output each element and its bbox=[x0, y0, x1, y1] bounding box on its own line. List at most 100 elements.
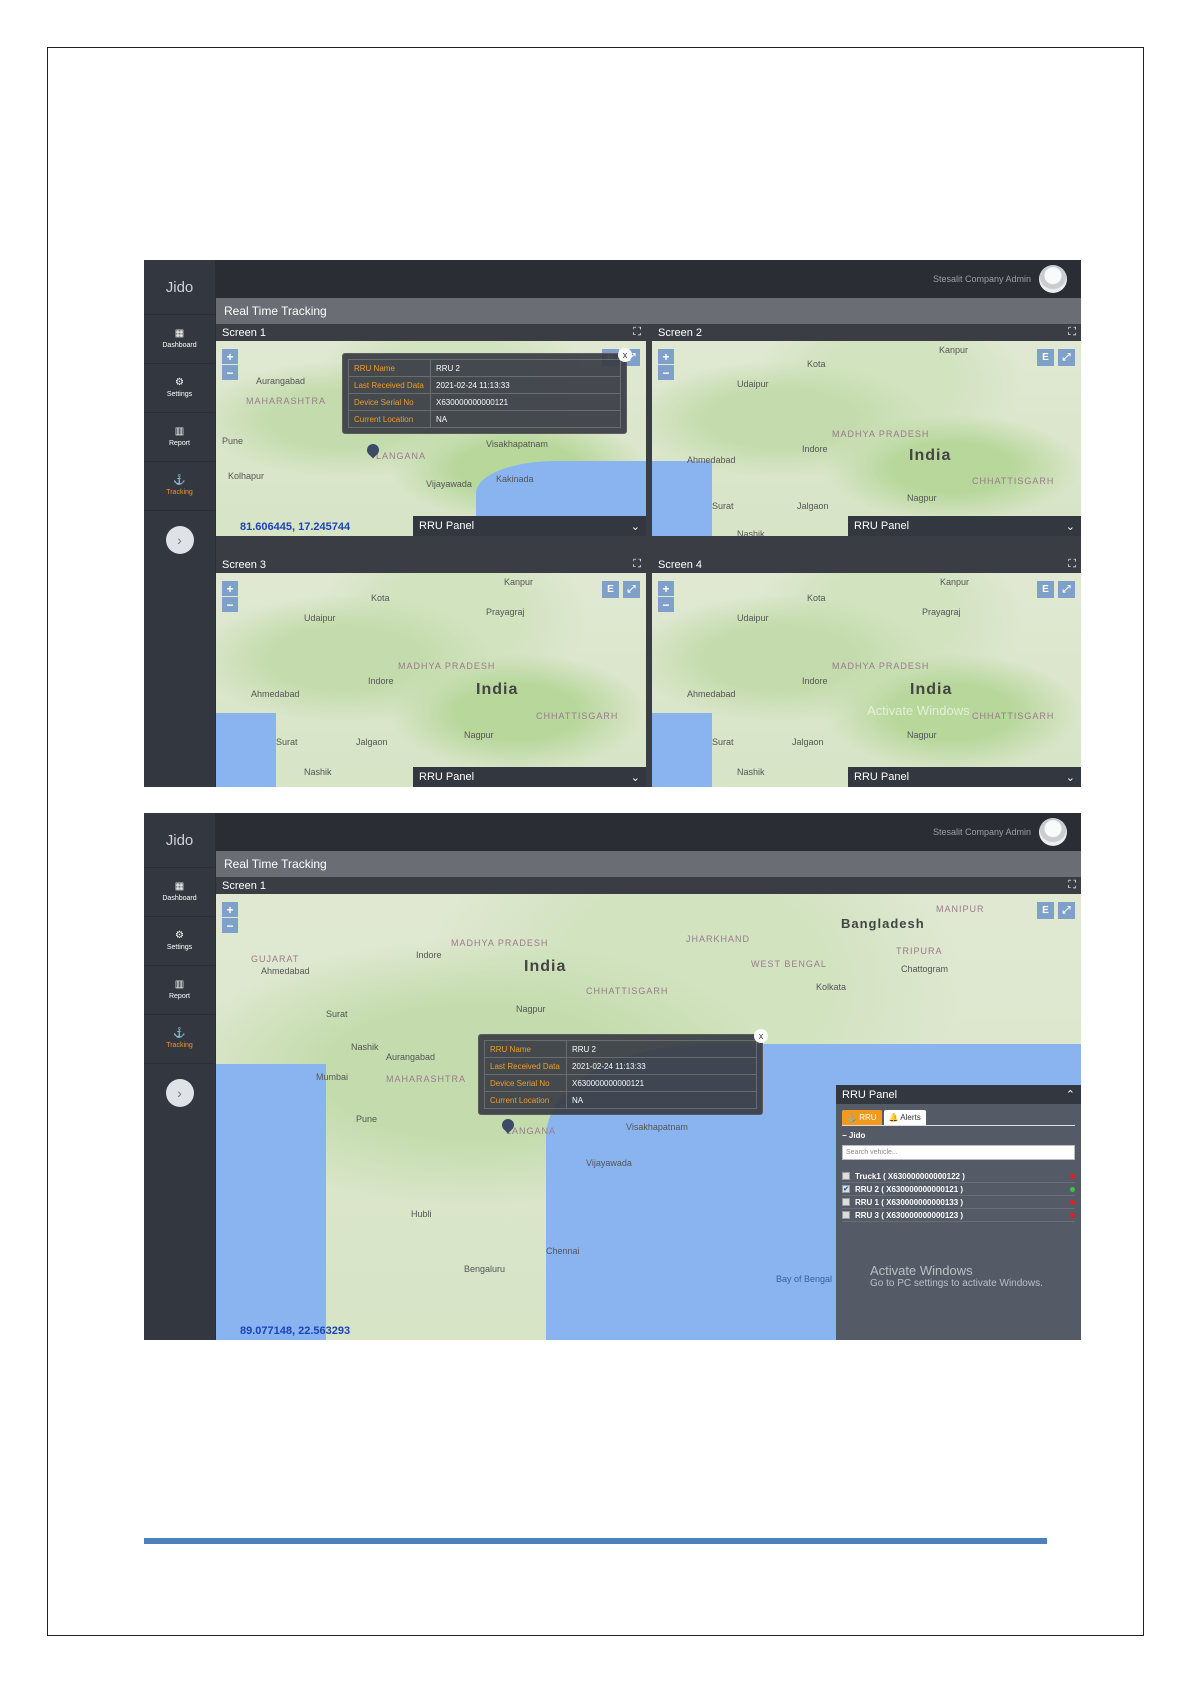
screen-title: Screen 2 bbox=[658, 326, 703, 339]
sidebar-toggle-button[interactable]: › bbox=[165, 526, 194, 554]
chart-icon: ▥ bbox=[174, 426, 185, 437]
expand-icon[interactable]: ⤢ bbox=[1058, 581, 1075, 598]
sidebar-item-settings[interactable]: ⚙ Settings bbox=[144, 917, 215, 966]
zoom-out-button[interactable]: − bbox=[222, 597, 238, 612]
fullscreen-icon[interactable]: ⛶ bbox=[1068, 326, 1076, 339]
zoom-in-button[interactable]: + bbox=[222, 902, 238, 917]
edit-button[interactable]: E bbox=[1037, 349, 1054, 366]
checkbox[interactable] bbox=[842, 1211, 850, 1219]
coordinates-readout: 89.077148, 22.563293 bbox=[240, 1325, 351, 1337]
sidebar-toggle-button[interactable]: › bbox=[165, 1079, 194, 1107]
rru-panel-bar[interactable]: RRU Panel ⌄ bbox=[413, 767, 646, 787]
sidebar-item-dashboard[interactable]: ▦ Dashboard bbox=[144, 315, 215, 364]
app-logo: Jido bbox=[144, 813, 215, 868]
grid-icon: ▦ bbox=[174, 328, 185, 339]
screen-1: Screen 1 ⛶ MAHARASHTRA Visakhapatnam Pune… bbox=[216, 324, 646, 536]
checkbox[interactable] bbox=[842, 1172, 850, 1180]
screen-2: Screen 2 ⛶ India MADHYA PRADESH CHHATTISG… bbox=[652, 324, 1081, 536]
sidebar-item-report[interactable]: ▥ Report bbox=[144, 966, 215, 1015]
edit-button[interactable]: E bbox=[1037, 581, 1054, 598]
info-popup: x RRU Name RRU 2 Last Received Data 2021-0… bbox=[478, 1029, 768, 1115]
status-dot bbox=[1070, 1199, 1075, 1205]
fullscreen-icon[interactable]: ⛶ bbox=[633, 558, 641, 571]
info-popup: x RRU Name RRU 2 Last Received Data 2021-0… bbox=[342, 348, 632, 434]
zoom-in-button[interactable]: + bbox=[658, 581, 674, 596]
map[interactable]: India MADHYA PRADESH CHHATTISGARH Ahmeda… bbox=[652, 341, 1081, 536]
sidebar-item-report[interactable]: ▥ Report bbox=[144, 413, 215, 462]
sidebar-item-label: Dashboard bbox=[162, 342, 197, 349]
search-input[interactable]: Search vehicle... bbox=[842, 1145, 1075, 1160]
screen-title: Screen 3 bbox=[222, 558, 267, 571]
zoom-in-button[interactable]: + bbox=[658, 349, 674, 364]
screen-title: Screen 4 bbox=[658, 558, 703, 571]
sidebar-item-tracking[interactable]: ⚓ Tracking bbox=[144, 462, 215, 511]
tracking-icon: ⚓ bbox=[173, 1028, 186, 1039]
screen-title: Screen 1 bbox=[222, 326, 267, 339]
zoom-in-button[interactable]: + bbox=[222, 581, 238, 596]
chevron-up-icon: ⌃ bbox=[1065, 1089, 1075, 1101]
screen-4: Screen 4 ⛶ India MADHYA PRADESH CHHATTISG… bbox=[652, 556, 1081, 787]
avatar[interactable] bbox=[1039, 265, 1067, 293]
chevron-down-icon: ⌄ bbox=[630, 520, 640, 533]
zoom-out-button[interactable]: − bbox=[658, 365, 674, 380]
screen-3: Screen 3 ⛶ India MADHYA PRADESH CHHATTISG… bbox=[216, 556, 646, 787]
edit-button[interactable]: E bbox=[602, 581, 619, 598]
group-toggle[interactable]: − Jido bbox=[836, 1126, 1081, 1145]
expand-icon[interactable]: ⤢ bbox=[1058, 349, 1075, 366]
chevron-down-icon: ⌄ bbox=[1065, 771, 1075, 784]
footer-divider bbox=[144, 1538, 1047, 1544]
gears-icon: ⚙ bbox=[175, 930, 184, 941]
checkbox[interactable]: ✔ bbox=[842, 1185, 850, 1193]
map[interactable]: India MADHYA PRADESH CHHATTISGARH GUJARA… bbox=[216, 894, 1081, 1340]
tab-alerts[interactable]: 🔔 Alerts bbox=[883, 1110, 926, 1125]
app-logo: Jido bbox=[144, 260, 215, 315]
page-title: Real Time Tracking bbox=[216, 298, 1081, 324]
avatar[interactable] bbox=[1039, 818, 1067, 846]
rru-panel-bar[interactable]: RRU Panel ⌄ bbox=[848, 516, 1081, 536]
top-bar: Stesalit Company Admin bbox=[216, 260, 1081, 298]
checkbox[interactable] bbox=[842, 1198, 850, 1206]
close-icon[interactable]: x bbox=[618, 348, 632, 362]
rru-panel-header[interactable]: RRU Panel ⌃ bbox=[836, 1085, 1081, 1104]
location-pin-icon[interactable] bbox=[502, 1119, 514, 1135]
chart-icon: ▥ bbox=[174, 979, 185, 990]
user-name: Stesalit Company Admin bbox=[932, 827, 1031, 837]
zoom-out-button[interactable]: − bbox=[222, 918, 238, 933]
list-item[interactable]: Truck1 ( X630000000000122 ) bbox=[842, 1170, 1075, 1183]
coordinates-readout: 81.606445, 17.245744 bbox=[240, 521, 351, 533]
zoom-out-button[interactable]: − bbox=[222, 365, 238, 380]
fullscreen-icon[interactable]: ⛶ bbox=[633, 326, 641, 339]
exit-fullscreen-icon[interactable]: ⛶ bbox=[1068, 879, 1076, 892]
rru-panel-bar[interactable]: RRU Panel ⌄ bbox=[413, 516, 646, 536]
map[interactable]: India MADHYA PRADESH CHHATTISGARH Ahmeda… bbox=[652, 573, 1081, 787]
status-dot bbox=[1070, 1173, 1075, 1179]
list-item[interactable]: RRU 1 ( X630000000000133 ) bbox=[842, 1196, 1075, 1209]
top-bar: Stesalit Company Admin bbox=[216, 813, 1081, 851]
status-dot bbox=[1070, 1186, 1075, 1192]
sidebar-item-label: Settings bbox=[166, 391, 193, 398]
sidebar-item-tracking[interactable]: ⚓ Tracking bbox=[144, 1015, 215, 1064]
zoom-in-button[interactable]: + bbox=[222, 349, 238, 364]
location-pin-icon[interactable] bbox=[367, 444, 379, 460]
sidebar-item-settings[interactable]: ⚙ Settings bbox=[144, 364, 215, 413]
chevron-down-icon: ⌄ bbox=[1065, 520, 1075, 533]
tab-rru[interactable]: ⚓ RRU bbox=[842, 1110, 882, 1125]
fullscreen-icon[interactable]: ⛶ bbox=[1068, 558, 1076, 571]
sidebar: Jido ▦ Dashboard ⚙ Settings ▥ Report ⚓ Track… bbox=[144, 813, 216, 1340]
tracking-icon: ⚓ bbox=[173, 475, 186, 486]
close-icon[interactable]: x bbox=[754, 1029, 768, 1043]
map[interactable]: MAHARASHTRA Visakhapatnam Pune Aurangaba… bbox=[216, 341, 646, 536]
expand-icon[interactable]: ⤢ bbox=[623, 581, 640, 598]
map[interactable]: India MADHYA PRADESH CHHATTISGARH Ahmeda… bbox=[216, 573, 646, 787]
sidebar: Jido ▦ Dashboard ⚙ Settings ▥ Report ⚓ Track… bbox=[144, 260, 216, 787]
list-item[interactable]: ✔ RRU 2 ( X630000000000121 ) bbox=[842, 1183, 1075, 1196]
list-item[interactable]: RRU 3 ( X630000000000123 ) bbox=[842, 1209, 1075, 1222]
zoom-out-button[interactable]: − bbox=[658, 597, 674, 612]
rru-panel-bar[interactable]: RRU Panel ⌄ bbox=[848, 767, 1081, 787]
sidebar-item-dashboard[interactable]: ▦ Dashboard bbox=[144, 868, 215, 917]
sidebar-item-label: Report bbox=[168, 993, 190, 1000]
sidebar-item-label: Settings bbox=[166, 944, 193, 951]
edit-button[interactable]: E bbox=[1037, 902, 1054, 919]
zoom-control: + − bbox=[658, 581, 674, 612]
expand-icon[interactable]: ⤢ bbox=[1058, 902, 1075, 919]
